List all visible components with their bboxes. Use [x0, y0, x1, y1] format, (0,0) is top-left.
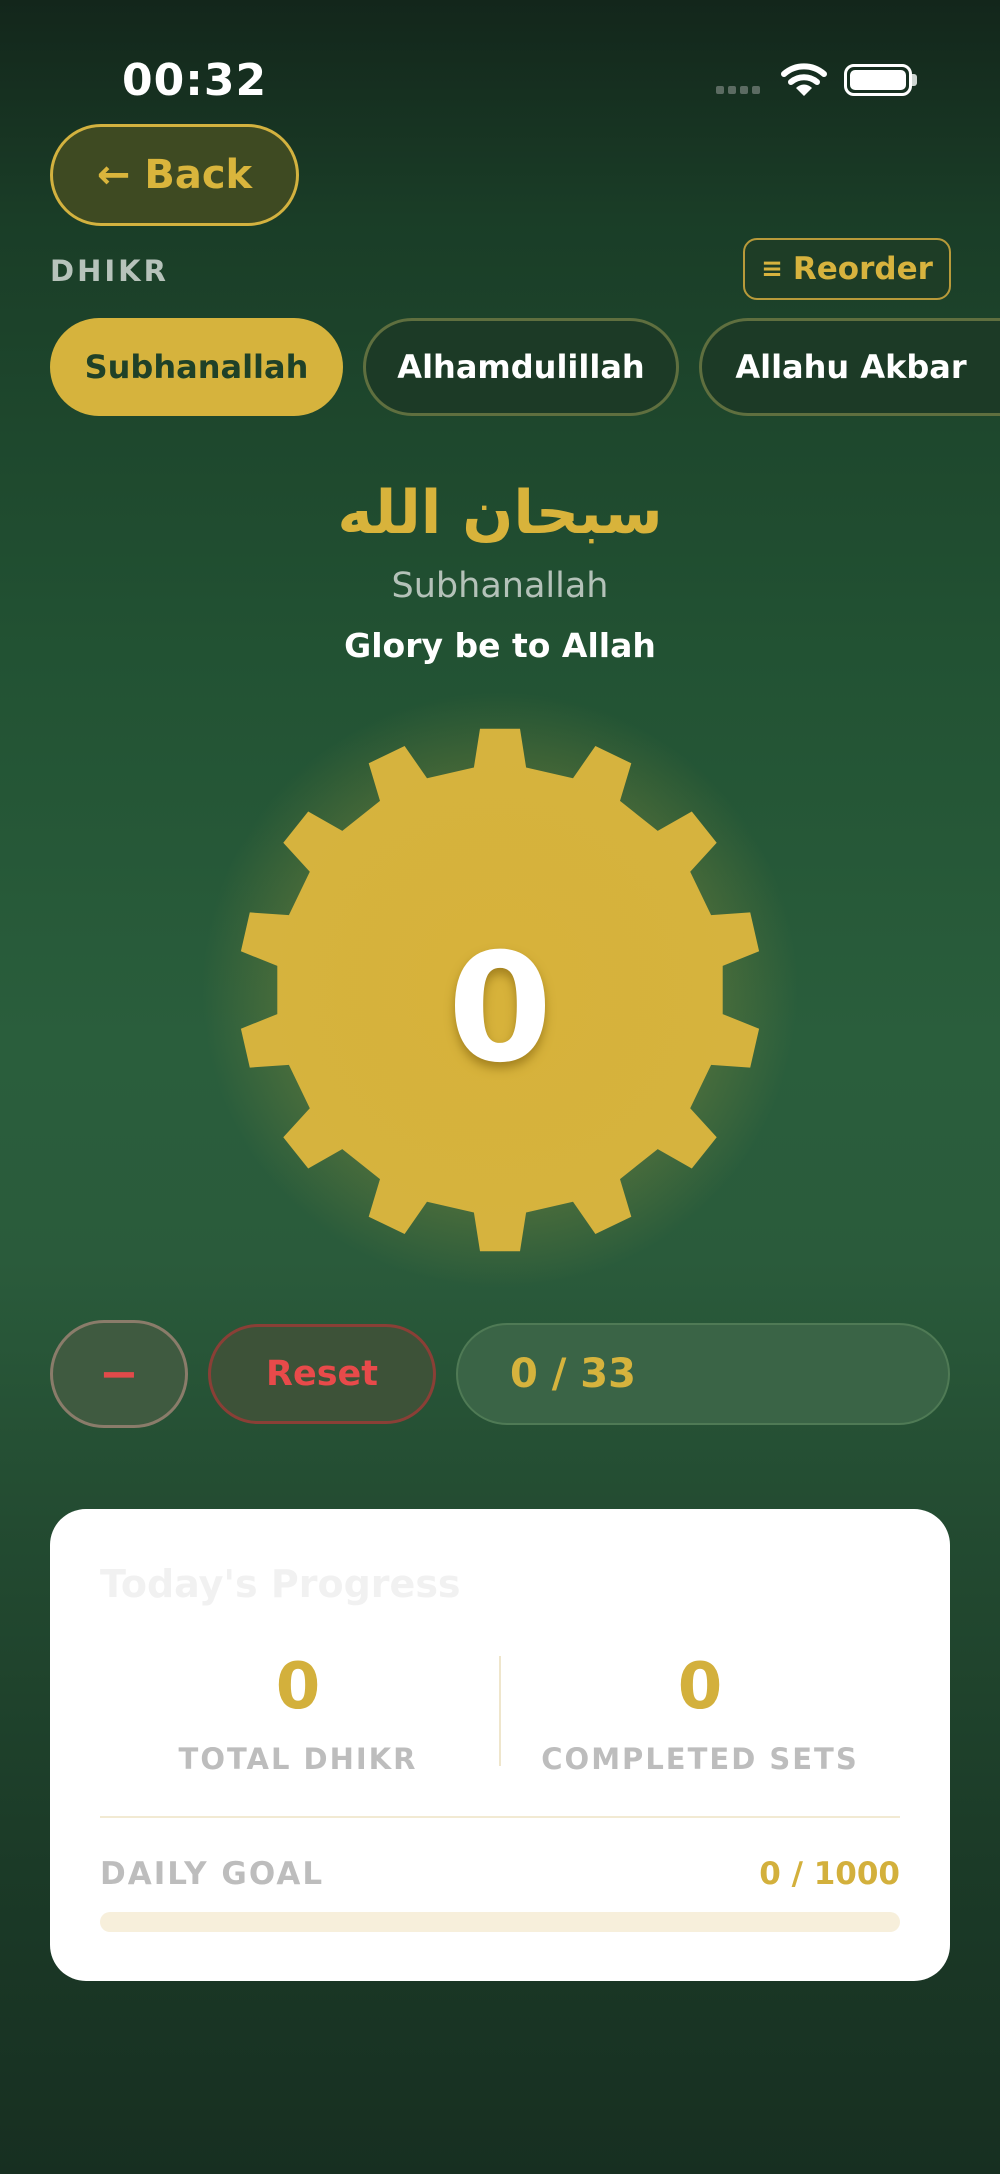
decrement-button[interactable]: −: [50, 1320, 188, 1428]
arrow-left-icon: ←: [96, 152, 131, 198]
tab-subhanallah[interactable]: Subhanallah: [50, 318, 343, 416]
battery-tip: [912, 74, 917, 86]
tab-allahu-akbar[interactable]: Allahu Akbar: [699, 318, 1000, 416]
daily-goal-progress-bar: [100, 1912, 900, 1932]
battery-icon: [844, 64, 912, 96]
cellular-signal-icon: [716, 86, 766, 96]
dhikr-arabic-text: سبحان الله: [337, 478, 663, 548]
tab-label: Subhanallah: [84, 348, 309, 386]
back-button[interactable]: ← Back: [50, 124, 299, 226]
minus-icon: −: [98, 1346, 140, 1402]
set-progress-indicator: 0 / 33: [456, 1323, 950, 1425]
wifi-icon: [781, 63, 827, 96]
set-progress-text: 0 / 33: [510, 1351, 636, 1397]
menu-lines-icon: ≡: [761, 254, 783, 284]
completed-sets-label: COMPLETED SETS: [541, 1742, 859, 1776]
total-dhikr-label: TOTAL DHIKR: [178, 1742, 418, 1776]
status-time: 00:32: [122, 55, 268, 106]
daily-goal-label: DAILY GOAL: [100, 1856, 325, 1892]
reorder-button-label: Reorder: [792, 251, 933, 287]
back-button-label: Back: [144, 152, 253, 198]
counter-value: 0: [447, 922, 553, 1096]
completed-sets-value: 0: [677, 1650, 723, 1724]
dhikr-transliteration: Subhanallah: [391, 566, 609, 606]
card-divider: [100, 1816, 900, 1818]
total-dhikr-value: 0: [275, 1650, 321, 1724]
progress-card-title: Today's Progress: [100, 1562, 461, 1606]
daily-goal-value: 0 / 1000: [759, 1856, 900, 1892]
section-label: DHIKR: [50, 254, 169, 288]
reset-button[interactable]: Reset: [208, 1324, 436, 1424]
reorder-button[interactable]: ≡ Reorder: [743, 238, 951, 300]
tab-label: Allahu Akbar: [735, 348, 967, 386]
reset-button-label: Reset: [266, 1354, 378, 1394]
tab-alhamdulillah[interactable]: Alhamdulillah: [363, 318, 679, 416]
tab-label: Alhamdulillah: [397, 348, 645, 386]
